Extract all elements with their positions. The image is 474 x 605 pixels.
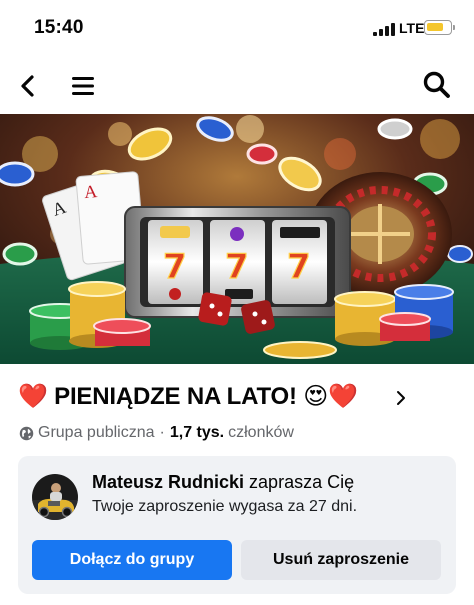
nav-bar <box>0 58 474 114</box>
invite-text: zaprasza Cię <box>249 472 355 492</box>
status-time: 15:40 <box>34 17 84 38</box>
group-title: ❤️ PIENIĄDZE NA LATO! 😍❤️ <box>18 382 358 410</box>
meta-separator: · <box>159 424 165 441</box>
inviter-avatar[interactable] <box>32 474 78 520</box>
signal-bars-icon <box>373 23 395 36</box>
invite-expiry: Twoje zaproszenie wygasa za 27 dni. <box>92 498 358 515</box>
hamburger-menu-icon[interactable] <box>69 70 97 102</box>
battery-icon <box>424 20 452 35</box>
join-group-button[interactable]: Dołącz do grupy <box>32 540 232 580</box>
svg-text:7: 7 <box>225 247 249 287</box>
casino-illustration: A A 7 7 7 <box>0 114 474 364</box>
group-title-row[interactable]: ❤️ PIENIĄDZE NA LATO! 😍❤️ <box>18 378 358 414</box>
group-cover-image[interactable]: A A 7 7 7 <box>0 114 474 364</box>
svg-text:7: 7 <box>163 247 187 287</box>
member-count: 1,7 tys. <box>169 424 225 441</box>
network-type: LTE <box>399 20 425 36</box>
globe-icon <box>19 426 34 440</box>
invite-card: Mateusz Rudnicki zaprasza Cię Twoje zapr… <box>18 456 456 594</box>
chevron-right-icon[interactable] <box>395 389 407 407</box>
chevron-left-icon[interactable] <box>12 70 44 102</box>
status-bar: 15:40 LTE <box>0 0 474 58</box>
svg-text:A: A <box>83 181 98 202</box>
inviter-name[interactable]: Mateusz Rudnicki <box>92 472 244 492</box>
search-icon[interactable] <box>420 68 454 102</box>
remove-invite-button[interactable]: Usuń zaproszenie <box>241 540 441 580</box>
invite-message: Mateusz Rudnicki zaprasza Cię <box>92 472 354 493</box>
privacy-label: Grupa publiczna <box>38 424 155 441</box>
battery-tip <box>453 25 455 30</box>
group-meta: Grupa publiczna · 1,7 tys. członków <box>19 422 294 444</box>
svg-text:7: 7 <box>287 247 311 287</box>
member-label: członków <box>228 424 294 441</box>
